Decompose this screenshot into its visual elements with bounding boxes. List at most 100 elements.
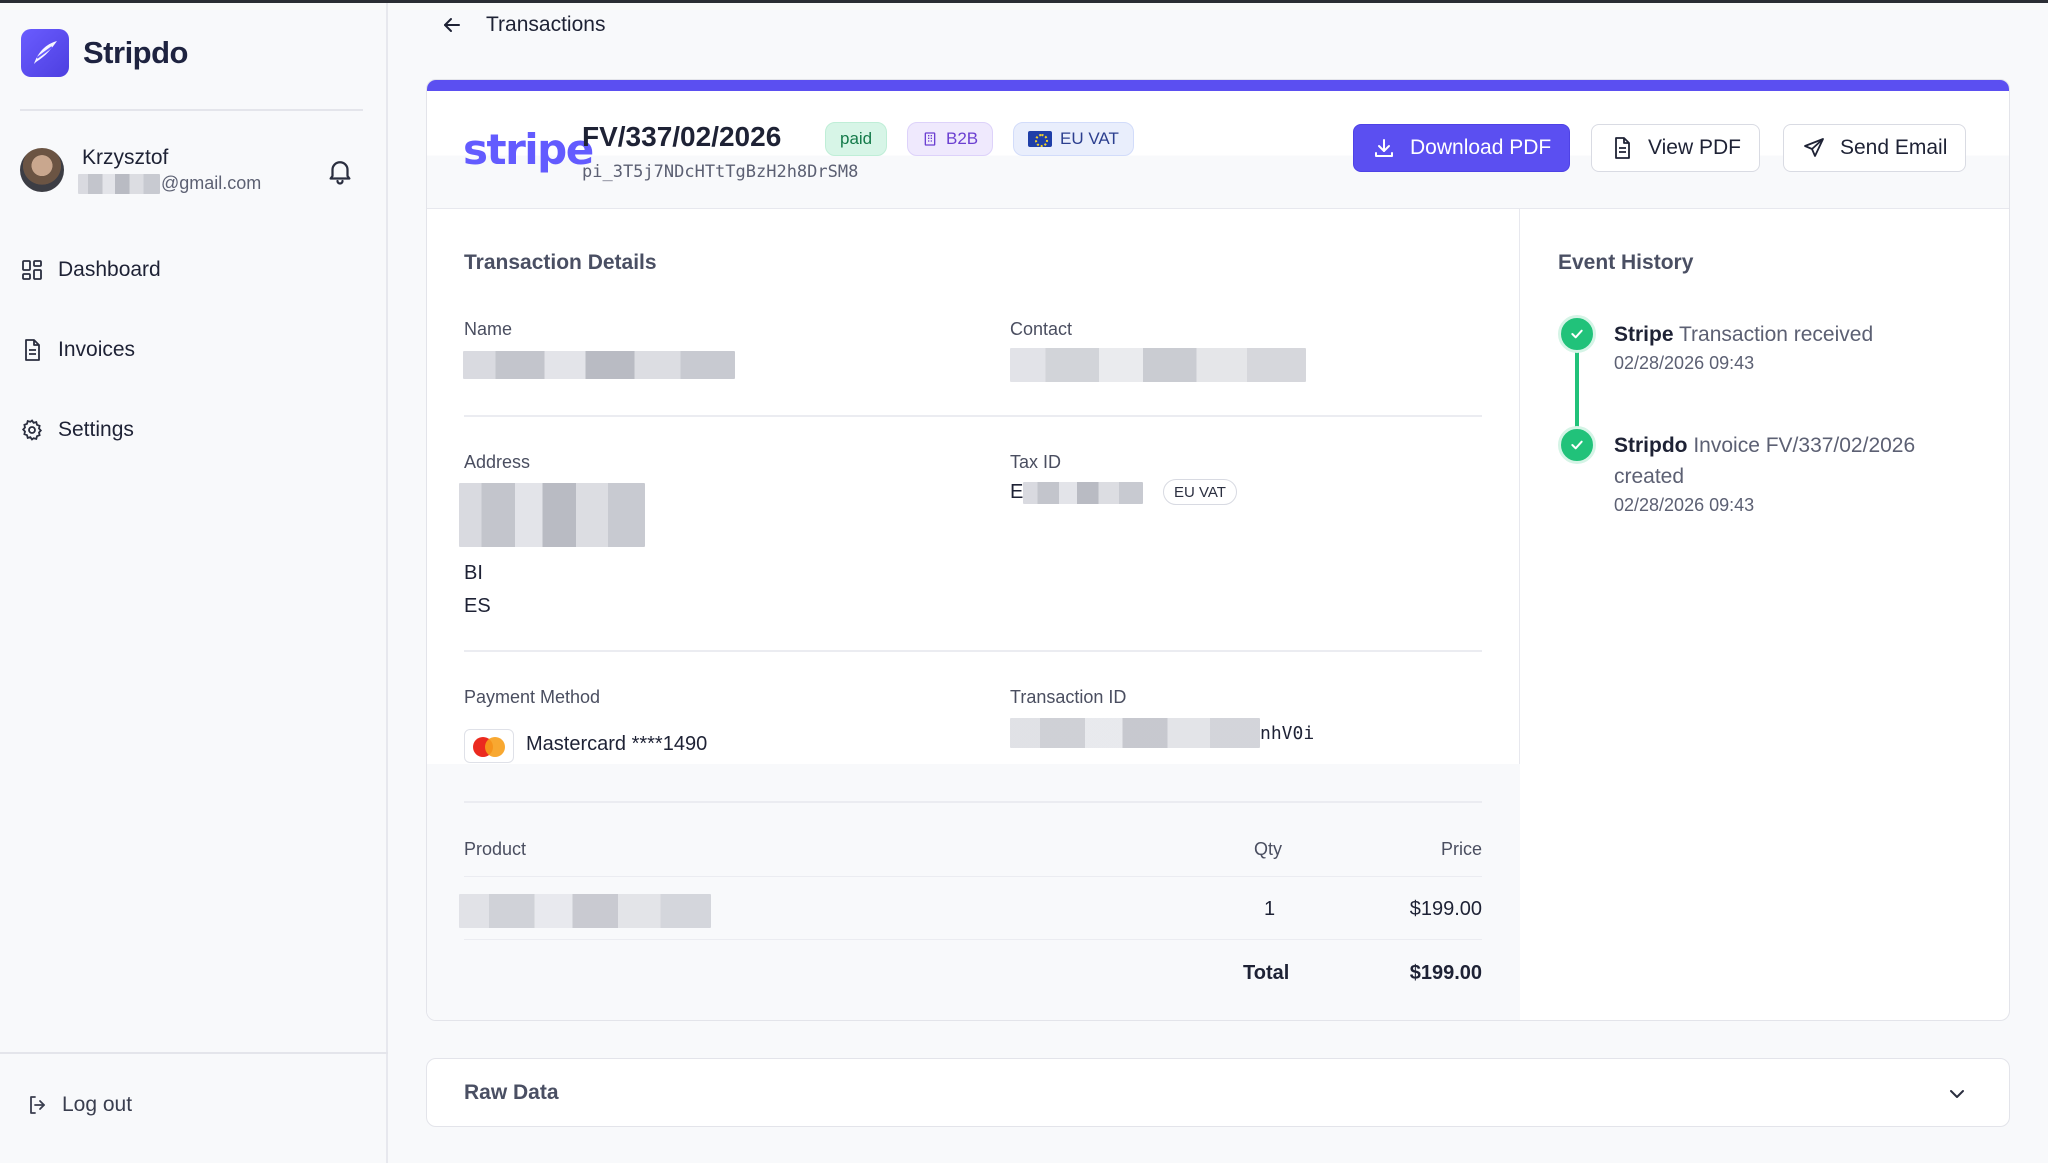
breadcrumb: Transactions — [440, 13, 605, 37]
button-label: Download PDF — [1410, 136, 1552, 159]
raw-data-accordion[interactable]: Raw Data — [426, 1058, 2010, 1127]
sidebar-item-dashboard[interactable]: Dashboard — [20, 250, 161, 290]
redacted-email-local — [78, 173, 160, 194]
chevron-down-icon[interactable] — [1945, 1082, 1969, 1106]
row-qty: 1 — [1264, 898, 1276, 920]
stripe-logo: stripe — [463, 125, 594, 174]
sidebar-item-label: Dashboard — [58, 258, 161, 281]
redacted-contact — [1010, 348, 1306, 382]
send-icon — [1804, 138, 1824, 157]
raw-data-title: Raw Data — [464, 1081, 559, 1104]
redacted-transaction-id — [1010, 718, 1260, 748]
event-source: Stripdo — [1614, 434, 1688, 457]
event-history: Event History Stripe Transaction receive… — [1520, 209, 2009, 1020]
sidebar-item-invoices[interactable]: Invoices — [20, 330, 161, 370]
download-pdf-button[interactable]: Download PDF — [1353, 124, 1571, 172]
badge-b2b: B2B — [907, 122, 994, 156]
eu-flag-icon — [1028, 131, 1052, 147]
document-icon — [1615, 137, 1630, 159]
section-title: Transaction Details — [464, 251, 657, 274]
redacted-product-name — [459, 894, 711, 928]
name-label: Name — [464, 319, 513, 339]
section-title: Event History — [1558, 251, 1694, 274]
transaction-id-suffix: nhV0i — [1260, 722, 1315, 744]
building-icon — [924, 132, 936, 146]
button-label: Send Email — [1840, 136, 1948, 159]
badge-eu-vat: EU VAT — [1013, 122, 1134, 156]
tax-id-label: Tax ID — [1010, 452, 1062, 472]
sidebar-item-settings[interactable]: Settings — [20, 410, 161, 450]
send-email-button[interactable]: Send Email — [1783, 124, 1967, 172]
brand-logo-icon — [21, 29, 69, 77]
logout-icon — [30, 1096, 45, 1114]
redacted-address — [459, 483, 645, 547]
address-line: ES — [464, 595, 491, 617]
contact-label: Contact — [1010, 319, 1073, 339]
card-accent-bar — [427, 80, 2009, 91]
page-title: Transactions — [486, 13, 606, 36]
sidebar-divider — [0, 1052, 388, 1054]
transaction-id-value: nhV0i — [1010, 718, 1314, 748]
eu-vat-chip: EU VAT — [1163, 479, 1237, 505]
divider — [464, 650, 1482, 652]
arrow-left-icon[interactable] — [440, 13, 464, 37]
badge-label: B2B — [946, 129, 979, 148]
avatar — [20, 148, 64, 192]
badge-label: EU VAT — [1060, 129, 1119, 148]
transaction-id-label: Transaction ID — [1010, 687, 1127, 707]
event-time: 02/28/2026 09:43 — [1614, 495, 1755, 515]
total-value: $199.00 — [1409, 962, 1482, 984]
address-label: Address — [464, 452, 531, 472]
invoice-number: FV/337/02/2026 — [582, 121, 782, 152]
user-name: Krzysztof — [82, 146, 169, 169]
view-pdf-button[interactable]: View PDF — [1591, 124, 1760, 172]
check-icon — [1558, 426, 1596, 464]
document-icon — [25, 339, 40, 361]
check-icon — [1558, 315, 1596, 353]
payment-method-label: Payment Method — [464, 687, 601, 707]
event-text: Stripe Transaction received 02/28/2026 0… — [1614, 319, 1974, 376]
sidebar-item-label: Settings — [58, 418, 134, 441]
total-label: Total — [1243, 962, 1290, 984]
transaction-details: Transaction Details Name Contact Address… — [427, 209, 1520, 1020]
products-table: Product Qty Price 1 $199.00 Total $199.0… — [427, 764, 1520, 1020]
brand-name: Stripdo — [83, 35, 189, 70]
column-header-price: Price — [1440, 839, 1482, 859]
address-line: BI — [464, 562, 483, 584]
status-badge-paid: paid — [825, 122, 888, 156]
tax-id-prefix: E — [1010, 481, 1024, 503]
divider — [464, 801, 1482, 803]
logout-label: Log out — [62, 1093, 133, 1116]
brand[interactable]: Stripdo — [21, 29, 189, 77]
redacted-name — [463, 351, 735, 379]
redacted-tax-id — [1023, 481, 1144, 504]
user-email-domain: @gmail.com — [161, 173, 262, 193]
transaction-card: stripe FV/337/02/2026 pi_3T5j7NDcHTtTgBz… — [426, 79, 2010, 1021]
dashboard-icon — [22, 260, 42, 280]
event-description: Transaction received — [1678, 323, 1874, 346]
payment-method-value: Mastercard ****1490 — [526, 733, 708, 755]
column-header-qty: Qty — [1254, 839, 1283, 859]
column-header-product: Product — [464, 839, 527, 859]
sidebar-item-label: Invoices — [58, 338, 136, 361]
bell-icon[interactable] — [325, 156, 355, 186]
user-profile[interactable]: Krzysztof @gmail.com — [20, 146, 360, 198]
divider — [464, 876, 1482, 877]
logout-button[interactable]: Log out — [26, 1093, 132, 1117]
divider — [464, 939, 1482, 940]
gear-icon — [21, 419, 43, 441]
row-price: $199.00 — [1409, 898, 1482, 920]
user-email: @gmail.com — [78, 173, 261, 194]
invoice-header: stripe FV/337/02/2026 pi_3T5j7NDcHTtTgBz… — [427, 91, 2009, 209]
sidebar: Stripdo Krzysztof @gmail.com Dashboard I… — [0, 3, 388, 1163]
event-source: Stripe — [1614, 323, 1674, 346]
event-time: 02/28/2026 09:43 — [1614, 353, 1755, 373]
event-text: Stripdo Invoice FV/337/02/2026 created 0… — [1614, 430, 1974, 518]
payment-intent-id: pi_3T5j7NDcHTtTgBzH2h8DrSM8 — [582, 162, 859, 182]
sidebar-nav: Dashboard Invoices Settings — [20, 250, 161, 490]
divider — [464, 415, 1482, 417]
tax-id-value: E — [1010, 481, 1144, 504]
status-badge-label: paid — [840, 129, 873, 148]
download-icon — [1375, 139, 1393, 157]
mastercard-icon — [464, 729, 514, 763]
